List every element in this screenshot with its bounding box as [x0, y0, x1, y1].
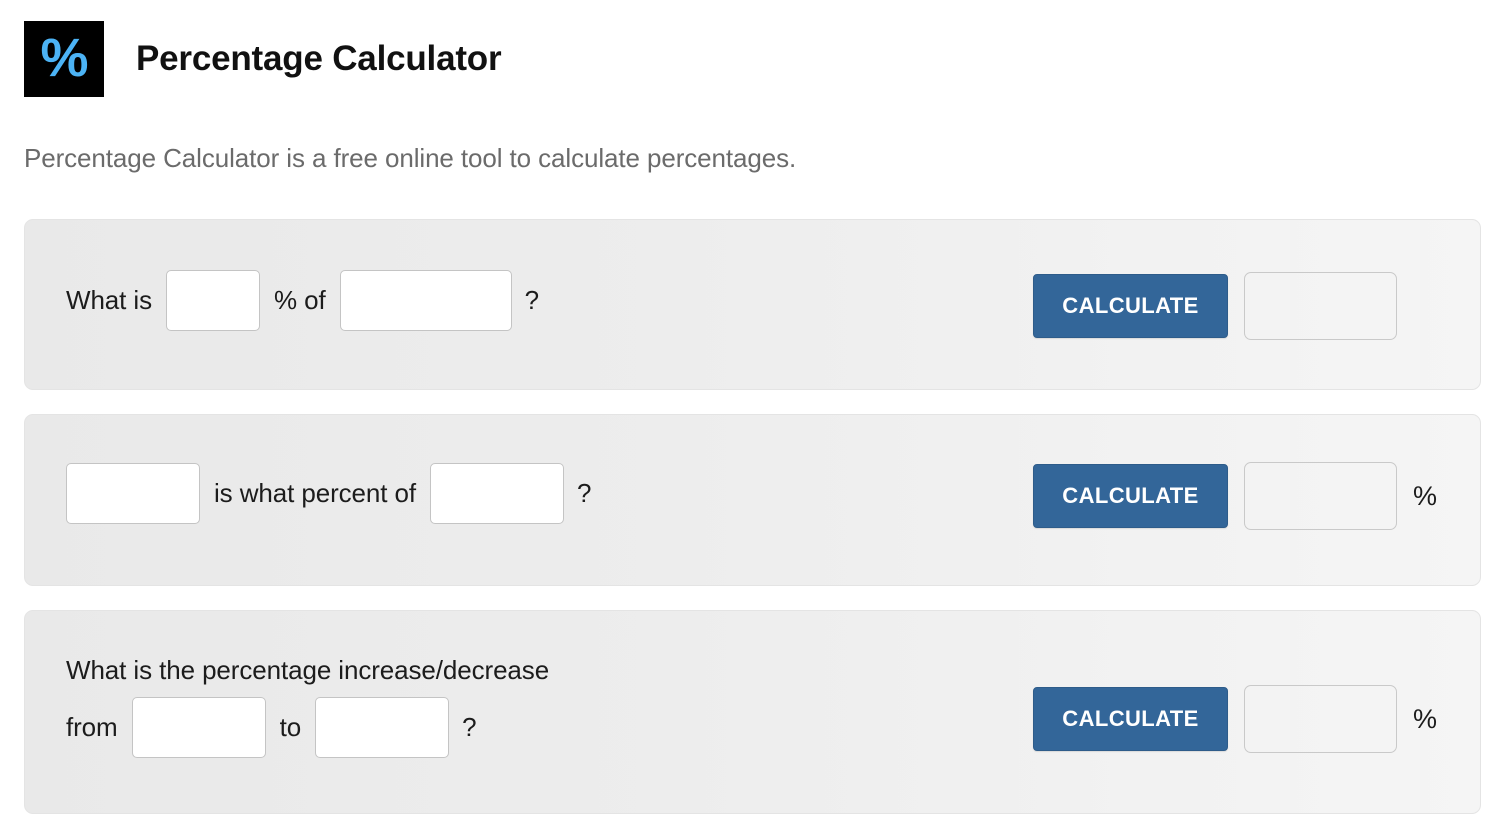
question-row: is what percent of ?	[66, 463, 591, 524]
question-row: from to ?	[66, 697, 477, 758]
label-increase-decrease-question: What is the percentage increase/decrease	[66, 655, 550, 685]
base-value-input[interactable]	[339, 270, 512, 331]
action-row: CALCULATE %	[1033, 462, 1437, 530]
whole-value-input[interactable]	[429, 463, 564, 524]
result-percent-sign: %	[1413, 480, 1438, 511]
question-mark: ?	[576, 478, 592, 508]
calculator-panel-what-percent-of: is what percent of ? CALCULATE %	[24, 414, 1481, 586]
calculator-panel-increase-decrease: What is the percentage increase/decrease…	[24, 610, 1481, 814]
percent-logo-icon: %	[24, 21, 104, 97]
result-output-percent-of[interactable]	[1244, 272, 1397, 340]
app-header: % Percentage Calculator	[24, 20, 502, 98]
result-output-increase-decrease[interactable]	[1244, 685, 1397, 753]
question-row: What is % of ?	[66, 270, 539, 331]
page-tagline: Percentage Calculator is a free online t…	[24, 143, 797, 173]
question-mark: ?	[524, 285, 539, 315]
label-from: from	[66, 712, 118, 742]
label-to: to	[279, 712, 302, 742]
calculate-button-increase-decrease[interactable]: CALCULATE	[1033, 687, 1228, 751]
action-row: CALCULATE	[1033, 272, 1397, 340]
to-value-input[interactable]	[315, 697, 450, 758]
percent-glyph: %	[40, 28, 88, 88]
calculator-panel-percent-of: What is % of ? CALCULATE	[24, 219, 1481, 390]
label-what-is: What is	[66, 285, 152, 315]
percent-value-input[interactable]	[165, 270, 260, 331]
question-mark: ?	[462, 712, 477, 742]
calculate-button-percent-of[interactable]: CALCULATE	[1033, 274, 1228, 338]
label-is-what-percent-of: is what percent of	[214, 478, 416, 508]
calculate-button-what-percent-of[interactable]: CALCULATE	[1033, 464, 1228, 528]
page-title: Percentage Calculator	[136, 39, 502, 78]
action-row: CALCULATE %	[1033, 685, 1437, 753]
part-value-input[interactable]	[66, 463, 200, 524]
result-output-what-percent-of[interactable]	[1244, 462, 1397, 530]
label-percent-of: % of	[273, 285, 326, 315]
result-percent-sign: %	[1413, 703, 1438, 734]
from-value-input[interactable]	[131, 697, 266, 758]
